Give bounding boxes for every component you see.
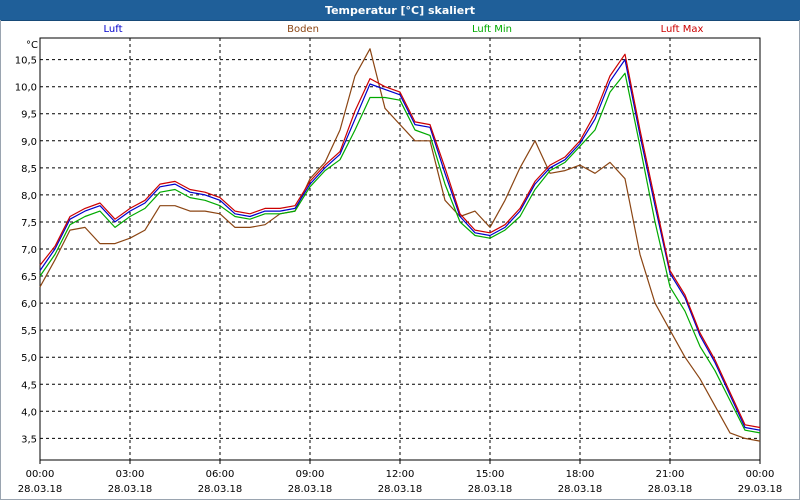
x-tick-time: 15:00 bbox=[476, 469, 505, 480]
y-tick-label: 5,5 bbox=[21, 326, 37, 337]
y-tick-label: 10,0 bbox=[15, 83, 37, 94]
y-tick-label: 5,0 bbox=[21, 353, 37, 364]
series-line-luft-min bbox=[39, 72, 761, 434]
y-tick-label: 6,5 bbox=[21, 272, 37, 283]
x-tick-date: 28.03.18 bbox=[558, 484, 603, 495]
line-chart: °C 3,5 4,0 4,5 5,0 5,5 6,0 6,5 7,0 7,5 8,0 8,5 9,0 9… bbox=[15, 37, 783, 495]
x-tick-date: 28.03.18 bbox=[288, 484, 333, 495]
x-tick-date: 28.03.18 bbox=[18, 484, 63, 495]
x-tick-time: 18:00 bbox=[566, 469, 595, 480]
y-tick-label: 3,5 bbox=[21, 434, 37, 445]
y-tick-label: 6,0 bbox=[21, 299, 37, 310]
x-tick-time: 00:00 bbox=[746, 469, 775, 480]
y-tick-label: 9,5 bbox=[21, 110, 37, 121]
y-axis-unit: °C bbox=[26, 40, 38, 51]
y-tick-label: 4,0 bbox=[21, 407, 37, 418]
y-tick-label: 7,0 bbox=[21, 245, 37, 256]
y-tick-label: 10,5 bbox=[15, 56, 37, 67]
x-tick-time: 03:00 bbox=[116, 469, 145, 480]
x-tick-date: 29.03.18 bbox=[738, 484, 783, 495]
y-tick-label: 4,5 bbox=[21, 380, 37, 391]
x-tick-date: 28.03.18 bbox=[648, 484, 693, 495]
x-tick-date: 28.03.18 bbox=[108, 484, 153, 495]
x-tick-date: 28.03.18 bbox=[468, 484, 513, 495]
x-axis: 00:00 28.03.18 03:00 28.03.18 06:00 28.03.18 0… bbox=[18, 460, 783, 495]
y-tick-label: 9,0 bbox=[21, 137, 37, 148]
y-tick-label: 7,5 bbox=[21, 218, 37, 229]
y-tick-label: 8,0 bbox=[21, 191, 37, 202]
x-tick-time: 12:00 bbox=[386, 469, 415, 480]
x-tick-time: 00:00 bbox=[26, 469, 55, 480]
x-tick-time: 09:00 bbox=[296, 469, 325, 480]
y-axis: 3,5 4,0 4,5 5,0 5,5 6,0 6,5 7,0 7,5 8,0 8,5 9,0 9,5 1… bbox=[15, 56, 37, 446]
x-tick-time: 06:00 bbox=[206, 469, 235, 480]
x-tick-time: 21:00 bbox=[656, 469, 685, 480]
x-tick-date: 28.03.18 bbox=[198, 484, 243, 495]
x-tick-date: 28.03.18 bbox=[378, 484, 423, 495]
y-tick-label: 8,5 bbox=[21, 164, 37, 175]
